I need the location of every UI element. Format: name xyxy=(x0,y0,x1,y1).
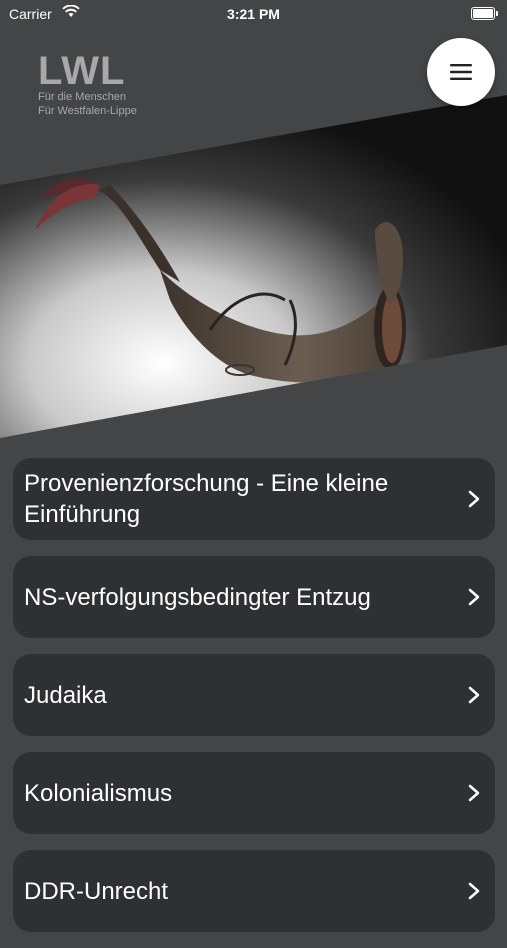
topic-label: Judaika xyxy=(24,681,107,709)
menu-button[interactable] xyxy=(427,38,495,106)
logo-tagline-2: Für Westfalen-Lippe xyxy=(38,105,137,117)
topic-item-ns-entzug[interactable]: NS-verfolgungsbedingter Entzug xyxy=(13,556,495,638)
hero: LWL Für die Menschen Für Westfalen-Lippe xyxy=(0,0,507,440)
battery-icon xyxy=(471,7,498,20)
topic-item-ddr-unrecht[interactable]: DDR-Unrecht xyxy=(13,850,495,932)
topic-list: Provenienzforschung - Eine kleine Einfüh… xyxy=(13,458,495,948)
logo-tagline-1: Für die Menschen xyxy=(38,91,127,103)
chevron-right-icon xyxy=(468,588,480,606)
status-bar: Carrier 3:21 PM xyxy=(0,0,507,28)
chevron-right-icon xyxy=(468,784,480,802)
chevron-right-icon xyxy=(468,686,480,704)
chevron-right-icon xyxy=(468,490,480,508)
topic-label: Kolonialismus xyxy=(24,779,173,807)
topic-label: NS-verfolgungsbedingter Entzug xyxy=(24,583,371,611)
topic-item-kolonialismus[interactable]: Kolonialismus xyxy=(13,752,495,834)
topic-item-judaika[interactable]: Judaika xyxy=(13,654,495,736)
logo-mark: LWL xyxy=(38,49,126,93)
topic-label: DDR-Unrecht xyxy=(24,877,169,905)
topic-item-provenienzforschung[interactable]: Provenienzforschung - Eine kleine Einfüh… xyxy=(13,458,495,540)
chevron-right-icon xyxy=(468,882,480,900)
lwl-logo: LWL Für die Menschen Für Westfalen-Lippe xyxy=(38,49,137,118)
clock: 3:21 PM xyxy=(227,6,280,22)
hamburger-icon xyxy=(450,64,472,80)
topic-label: Provenienzforschung - Eine kleine Einfüh… xyxy=(24,470,389,528)
